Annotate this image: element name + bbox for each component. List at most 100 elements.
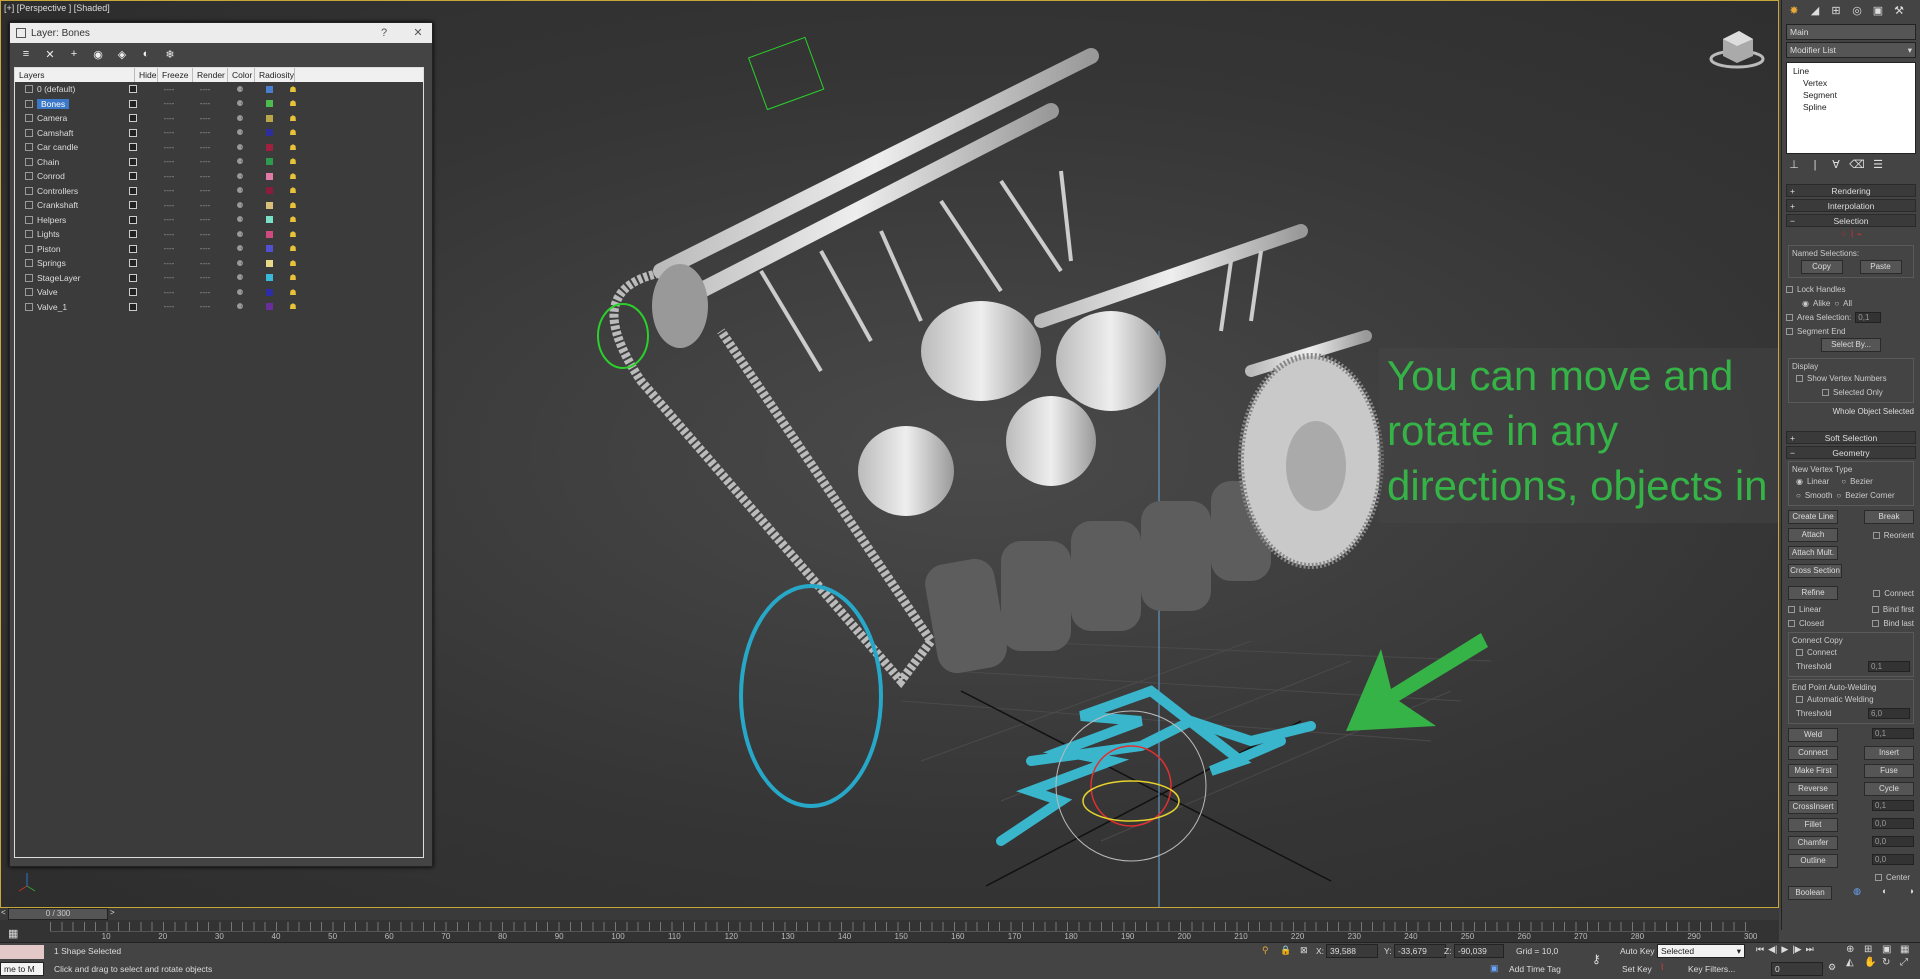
layer-row[interactable]: 0 (default) ---- ---- ⚈ ☗: [15, 82, 423, 97]
maxscript-listener[interactable]: me to M: [0, 962, 44, 976]
layer-color-swatch[interactable]: [257, 288, 281, 296]
isolate-icon[interactable]: ⚲: [1262, 945, 1269, 956]
layer-color-swatch[interactable]: [257, 245, 281, 253]
layer-active-checkbox[interactable]: [115, 172, 151, 181]
all-radio[interactable]: ○: [1834, 299, 1839, 308]
layer-active-checkbox[interactable]: [115, 99, 151, 108]
fov-icon[interactable]: ◭: [1846, 957, 1862, 968]
display-tab-icon[interactable]: ▣: [1870, 3, 1886, 19]
crossinsert-spinner[interactable]: 0,1: [1872, 800, 1914, 811]
area-selection-spinner[interactable]: 0,1: [1855, 311, 1882, 323]
layer-freeze-toggle[interactable]: ----: [187, 288, 223, 297]
show-vertex-numbers-row[interactable]: Show Vertex Numbers: [1792, 371, 1910, 385]
layer-render-toggle[interactable]: ⚈: [223, 172, 257, 181]
refine-button[interactable]: Refine: [1788, 586, 1838, 600]
layer-name-cell[interactable]: Conrod: [15, 171, 115, 181]
next-frame-icon[interactable]: >: [110, 908, 115, 917]
layer-name-cell[interactable]: StageLayer: [15, 273, 115, 283]
perspective-viewport[interactable]: [+] [Perspective ] [Shaded] You can move…: [0, 0, 1779, 908]
rollout-rendering[interactable]: + Rendering: [1786, 184, 1916, 197]
create-line-button[interactable]: Create Line: [1788, 510, 1838, 524]
layer-active-checkbox[interactable]: [115, 128, 151, 137]
fillet-spinner[interactable]: 0,0: [1872, 818, 1914, 829]
help-button[interactable]: ?: [376, 25, 392, 41]
layer-render-toggle[interactable]: ⚈: [223, 230, 257, 239]
layer-hide-toggle[interactable]: ----: [151, 172, 187, 181]
layer-freeze-toggle[interactable]: ----: [187, 259, 223, 268]
layer-active-checkbox[interactable]: [115, 215, 151, 224]
layer-color-swatch[interactable]: [257, 303, 281, 311]
layer-color-swatch[interactable]: [257, 201, 281, 209]
layer-color-swatch[interactable]: [257, 85, 281, 93]
layer-active-checkbox[interactable]: [115, 85, 151, 94]
layer-name-cell[interactable]: 0 (default): [15, 84, 115, 94]
show-end-result-icon[interactable]: |: [1807, 157, 1823, 173]
layer-dialog-titlebar[interactable]: Layer: Bones ? ✕: [10, 23, 432, 43]
layer-radiosity-icon[interactable]: ☗: [281, 288, 305, 297]
layer-row[interactable]: Helpers ---- ---- ⚈ ☗: [15, 213, 423, 228]
layer-radiosity-icon[interactable]: ☗: [281, 114, 305, 123]
layer-row[interactable]: Piston ---- ---- ⚈ ☗: [15, 242, 423, 257]
col-layers[interactable]: Layers: [15, 68, 135, 82]
layer-render-toggle[interactable]: ⚈: [223, 215, 257, 224]
layer-radiosity-icon[interactable]: ☗: [281, 259, 305, 268]
vertex-type-row-1[interactable]: ◉ Linear ○ Bezier: [1792, 474, 1910, 488]
layer-color-swatch[interactable]: [257, 216, 281, 224]
z-coordinate-field[interactable]: -90,039: [1454, 944, 1504, 958]
layer-radiosity-icon[interactable]: ☗: [281, 99, 305, 108]
attach-button[interactable]: Attach: [1788, 528, 1838, 542]
layer-row[interactable]: Controllers ---- ---- ⚈ ☗: [15, 184, 423, 199]
layer-active-checkbox[interactable]: [115, 244, 151, 253]
layer-active-checkbox[interactable]: [115, 259, 151, 268]
welding-threshold-spinner[interactable]: 6,0: [1868, 707, 1910, 719]
motion-tab-icon[interactable]: ◎: [1849, 3, 1865, 19]
closed-check-row[interactable]: Closed: [1788, 616, 1824, 630]
auto-key-button[interactable]: Auto Key: [1620, 946, 1655, 956]
layer-radiosity-icon[interactable]: ☗: [281, 143, 305, 152]
stack-item-vertex[interactable]: Vertex: [1793, 77, 1909, 89]
layer-color-swatch[interactable]: [257, 143, 281, 151]
layer-freeze-toggle[interactable]: ----: [187, 99, 223, 108]
layer-active-checkbox[interactable]: [115, 288, 151, 297]
zoom-all-icon[interactable]: ⊞: [1864, 944, 1880, 955]
layer-freeze-toggle[interactable]: ----: [187, 230, 223, 239]
layer-row[interactable]: Camera ---- ---- ⚈ ☗: [15, 111, 423, 126]
layer-name-cell[interactable]: Springs: [15, 258, 115, 268]
layers-icon[interactable]: ≡: [18, 46, 34, 62]
layer-active-checkbox[interactable]: [115, 273, 151, 282]
rollout-selection[interactable]: − Selection: [1786, 214, 1916, 227]
layer-render-toggle[interactable]: ⚈: [223, 114, 257, 123]
layer-hide-toggle[interactable]: ----: [151, 85, 187, 94]
modify-tab-icon[interactable]: ◢: [1807, 3, 1823, 19]
layer-name-cell[interactable]: Camera: [15, 113, 115, 123]
linear-check-row[interactable]: Linear: [1788, 602, 1821, 616]
rollout-interpolation[interactable]: + Interpolation: [1786, 199, 1916, 212]
layer-name-cell[interactable]: Controllers: [15, 186, 115, 196]
hierarchy-tab-icon[interactable]: ⊞: [1828, 3, 1844, 19]
layer-color-swatch[interactable]: [257, 259, 281, 267]
vertex-type-row-2[interactable]: ○ Smooth ○ Bezier Corner: [1792, 488, 1910, 502]
weld-button[interactable]: Weld: [1788, 728, 1838, 742]
threshold-spinner[interactable]: 0,1: [1868, 660, 1910, 672]
layer-hide-toggle[interactable]: ----: [151, 99, 187, 108]
layer-hide-toggle[interactable]: ----: [151, 244, 187, 253]
layer-hide-toggle[interactable]: ----: [151, 114, 187, 123]
layer-radiosity-icon[interactable]: ☗: [281, 244, 305, 253]
layer-render-toggle[interactable]: ⚈: [223, 99, 257, 108]
layer-active-checkbox[interactable]: [115, 186, 151, 195]
stack-item-line[interactable]: Line: [1793, 65, 1909, 77]
modifier-stack[interactable]: Line Vertex Segment Spline: [1786, 62, 1916, 154]
stack-item-spline[interactable]: Spline: [1793, 101, 1909, 113]
layer-hide-toggle[interactable]: ----: [151, 302, 187, 311]
area-selection-row[interactable]: Area Selection: 0,1: [1782, 310, 1920, 324]
layer-row[interactable]: Car candle ---- ---- ⚈ ☗: [15, 140, 423, 155]
boolean-subtract-icon[interactable]: ◐: [1882, 886, 1887, 900]
layer-hide-toggle[interactable]: ----: [151, 128, 187, 137]
layer-active-checkbox[interactable]: [115, 302, 151, 311]
pan-icon[interactable]: ✋: [1864, 957, 1880, 968]
layer-active-checkbox[interactable]: [115, 201, 151, 210]
layer-active-checkbox[interactable]: [115, 230, 151, 239]
layer-freeze-toggle[interactable]: ----: [187, 302, 223, 311]
layer-color-swatch[interactable]: [257, 230, 281, 238]
layer-color-swatch[interactable]: [257, 172, 281, 180]
